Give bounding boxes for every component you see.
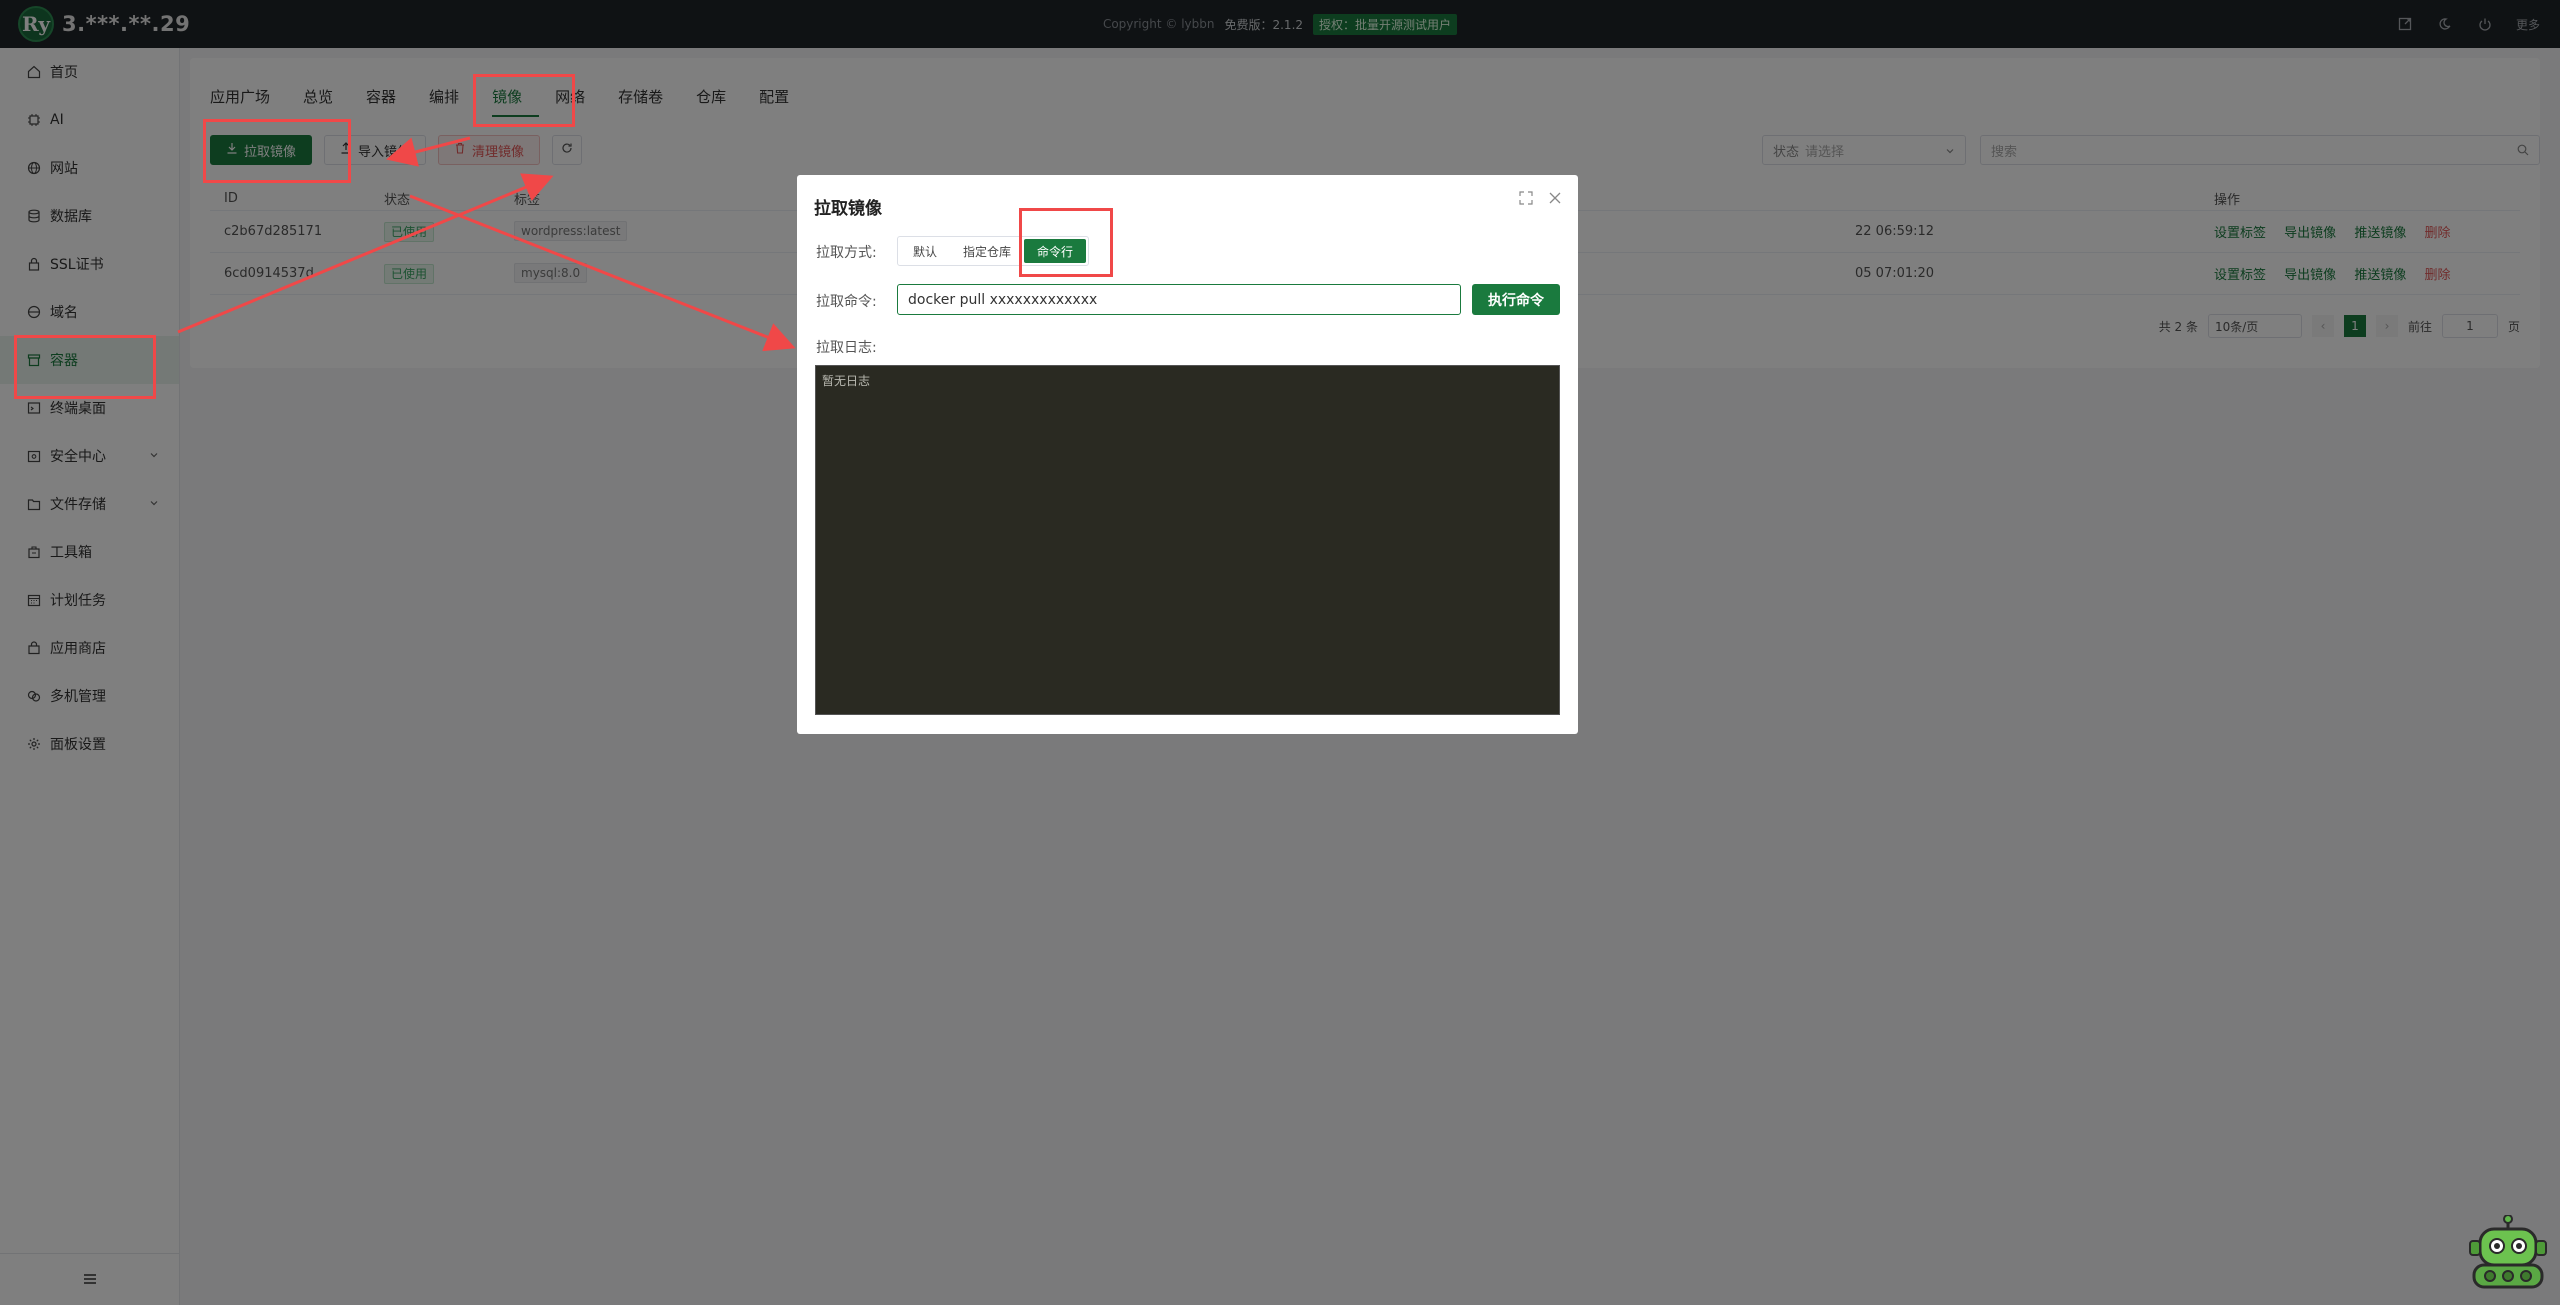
robot-assistant-icon[interactable]: [2466, 1214, 2550, 1291]
arrow-tab-to-pull: [386, 136, 471, 167]
arrow-nav-to-tab: [177, 173, 554, 334]
arrow-pull-to-dialog: [409, 194, 796, 352]
annotation-arrows: [177, 136, 796, 352]
